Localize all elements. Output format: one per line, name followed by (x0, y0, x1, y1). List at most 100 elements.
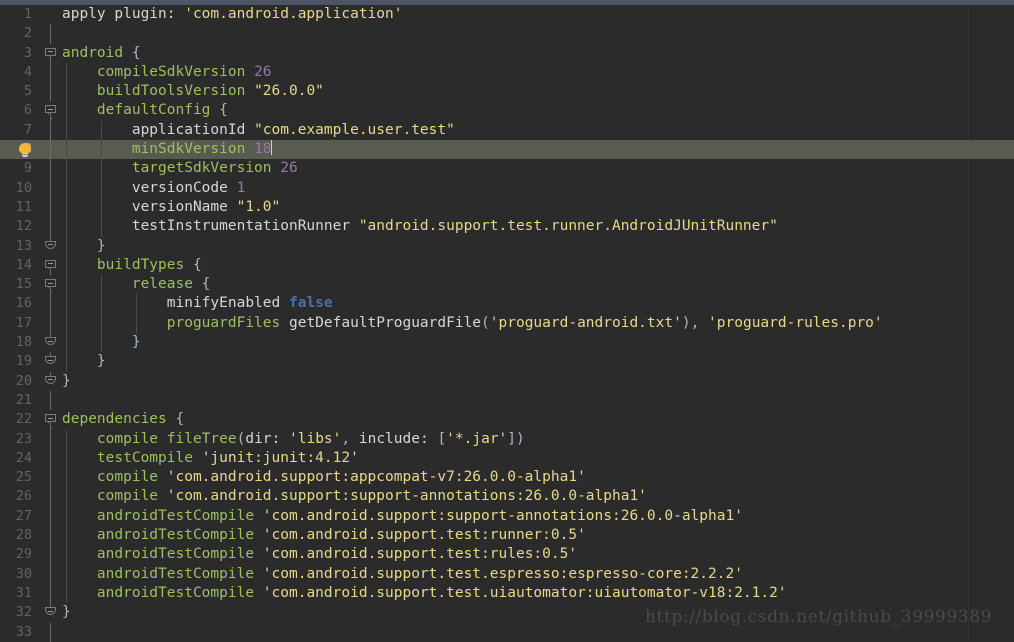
code-line[interactable]: 21 (0, 390, 1014, 411)
fold-end-icon[interactable] (45, 337, 56, 346)
code-text[interactable]: versionName "1.0" (62, 198, 280, 217)
code-line[interactable]: 20} (0, 371, 1014, 391)
fold-column[interactable] (44, 333, 58, 352)
code-line[interactable]: 19 } (0, 352, 1014, 372)
code-text[interactable]: } (62, 333, 141, 352)
code-editor[interactable]: 1 apply plugin: 'com.android.application'… (0, 0, 1014, 642)
fold-column[interactable] (44, 622, 58, 642)
code-line[interactable]: 22 dependencies { (0, 410, 1014, 430)
code-line[interactable]: 2 (0, 24, 1014, 44)
code-line[interactable]: 24 testCompile 'junit:junit:4.12' (0, 448, 1014, 469)
code-text[interactable]: buildTypes { (62, 256, 202, 275)
code-text[interactable]: apply plugin: 'com.android.application' (62, 5, 402, 24)
code-text[interactable]: androidTestCompile 'com.android.support.… (62, 565, 743, 584)
fold-collapse-icon[interactable] (45, 47, 56, 56)
code-text[interactable]: android { (62, 44, 141, 63)
fold-column[interactable] (44, 256, 58, 276)
code-text[interactable]: testInstrumentationRunner "android.suppo… (62, 217, 778, 236)
code-line[interactable]: 27 androidTestCompile 'com.android.suppo… (0, 506, 1014, 527)
code-line[interactable]: 8 minSdkVersion 18 (0, 140, 1014, 160)
fold-column[interactable] (44, 390, 58, 411)
fold-collapse-icon[interactable] (45, 414, 56, 423)
code-line[interactable]: 9 targetSdkVersion 26 (0, 159, 1014, 179)
code-line[interactable]: 17 proguardFiles getDefaultProguardFile(… (0, 313, 1014, 334)
code-line[interactable]: 10 versionCode 1 (0, 178, 1014, 198)
code-text[interactable]: compile 'com.android.support:appcompat-v… (62, 468, 586, 487)
fold-collapse-icon[interactable] (45, 105, 56, 114)
code-text[interactable]: } (62, 372, 71, 391)
fold-column[interactable] (44, 468, 58, 488)
fold-column[interactable] (44, 352, 58, 371)
code-line[interactable]: 18 } (0, 333, 1014, 353)
code-text[interactable]: androidTestCompile 'com.android.support.… (62, 526, 586, 545)
fold-column[interactable] (44, 313, 58, 334)
code-line[interactable]: 28 androidTestCompile 'com.android.suppo… (0, 526, 1014, 546)
fold-column[interactable] (44, 236, 58, 256)
fold-column[interactable] (44, 5, 58, 24)
code-text[interactable]: applicationId "com.example.user.test" (62, 121, 455, 140)
fold-column[interactable] (44, 371, 58, 391)
fold-column[interactable] (44, 583, 58, 604)
code-line[interactable]: 16 minifyEnabled false (0, 294, 1014, 314)
code-line[interactable]: 12 testInstrumentationRunner "android.su… (0, 217, 1014, 237)
fold-column[interactable] (44, 44, 58, 63)
code-text[interactable]: targetSdkVersion 26 (62, 159, 298, 178)
lightbulb-icon[interactable] (18, 142, 32, 158)
code-text[interactable]: buildToolsVersion "26.0.0" (62, 82, 324, 101)
code-text[interactable]: release { (62, 275, 211, 294)
fold-column[interactable] (44, 506, 58, 527)
code-text[interactable]: defaultConfig { (62, 101, 228, 120)
fold-collapse-icon[interactable] (45, 279, 56, 288)
fold-column[interactable] (44, 275, 58, 295)
fold-column[interactable] (44, 24, 58, 44)
code-line[interactable]: 1 apply plugin: 'com.android.application' (0, 5, 1014, 24)
code-text[interactable]: compile 'com.android.support:support-ann… (62, 487, 647, 506)
fold-column[interactable] (44, 217, 58, 237)
code-text[interactable]: androidTestCompile 'com.android.support.… (62, 584, 787, 603)
fold-column[interactable] (44, 429, 58, 449)
fold-column[interactable] (44, 487, 58, 507)
code-line[interactable]: 25 compile 'com.android.support:appcompa… (0, 468, 1014, 488)
code-line[interactable]: 31 androidTestCompile 'com.android.suppo… (0, 583, 1014, 604)
fold-column[interactable] (44, 410, 58, 430)
code-line[interactable]: 6 defaultConfig { (0, 101, 1014, 121)
code-text[interactable]: compileSdkVersion 26 (62, 63, 272, 82)
fold-end-icon[interactable] (45, 356, 56, 365)
fold-column[interactable] (44, 545, 58, 565)
code-lines-container[interactable]: 1 apply plugin: 'com.android.application'… (0, 5, 1014, 642)
code-line[interactable]: 15 release { (0, 275, 1014, 295)
code-text[interactable]: testCompile 'junit:junit:4.12' (62, 449, 359, 468)
code-line[interactable]: 26 compile 'com.android.support:support-… (0, 487, 1014, 507)
code-text[interactable]: dependencies { (62, 410, 184, 429)
fold-end-icon[interactable] (45, 240, 56, 249)
fold-end-icon[interactable] (45, 607, 56, 616)
code-line[interactable]: 13 } (0, 236, 1014, 256)
fold-column[interactable] (44, 159, 58, 179)
fold-collapse-icon[interactable] (45, 259, 56, 268)
fold-column[interactable] (44, 62, 58, 83)
code-line[interactable]: 7 applicationId "com.example.user.test" (0, 120, 1014, 141)
fold-column[interactable] (44, 197, 58, 218)
code-line[interactable]: 14 buildTypes { (0, 255, 1014, 276)
code-text[interactable]: } (62, 237, 106, 256)
code-line[interactable]: 23 compile fileTree(dir: 'libs', include… (0, 429, 1014, 449)
code-text[interactable]: versionCode 1 (62, 179, 246, 198)
fold-end-icon[interactable] (45, 375, 56, 384)
code-line[interactable]: 11 versionName "1.0" (0, 197, 1014, 218)
fold-column[interactable] (44, 603, 58, 622)
code-text[interactable]: minifyEnabled false (62, 294, 333, 313)
code-line[interactable]: 29 androidTestCompile 'com.android.suppo… (0, 545, 1014, 565)
code-text[interactable]: minSdkVersion 18 (62, 140, 272, 159)
fold-column[interactable] (44, 564, 58, 584)
fold-column[interactable] (44, 140, 58, 160)
fold-column[interactable] (44, 178, 58, 198)
code-line[interactable]: 4 compileSdkVersion 26 (0, 62, 1014, 83)
fold-column[interactable] (44, 120, 58, 141)
code-text[interactable]: } (62, 352, 106, 371)
code-text[interactable]: androidTestCompile 'com.android.support:… (62, 507, 743, 526)
code-line[interactable]: 5 buildToolsVersion "26.0.0" (0, 82, 1014, 102)
code-text[interactable]: } (62, 603, 71, 622)
fold-column[interactable] (44, 294, 58, 314)
code-text[interactable]: androidTestCompile 'com.android.support.… (62, 545, 577, 564)
fold-column[interactable] (44, 82, 58, 102)
